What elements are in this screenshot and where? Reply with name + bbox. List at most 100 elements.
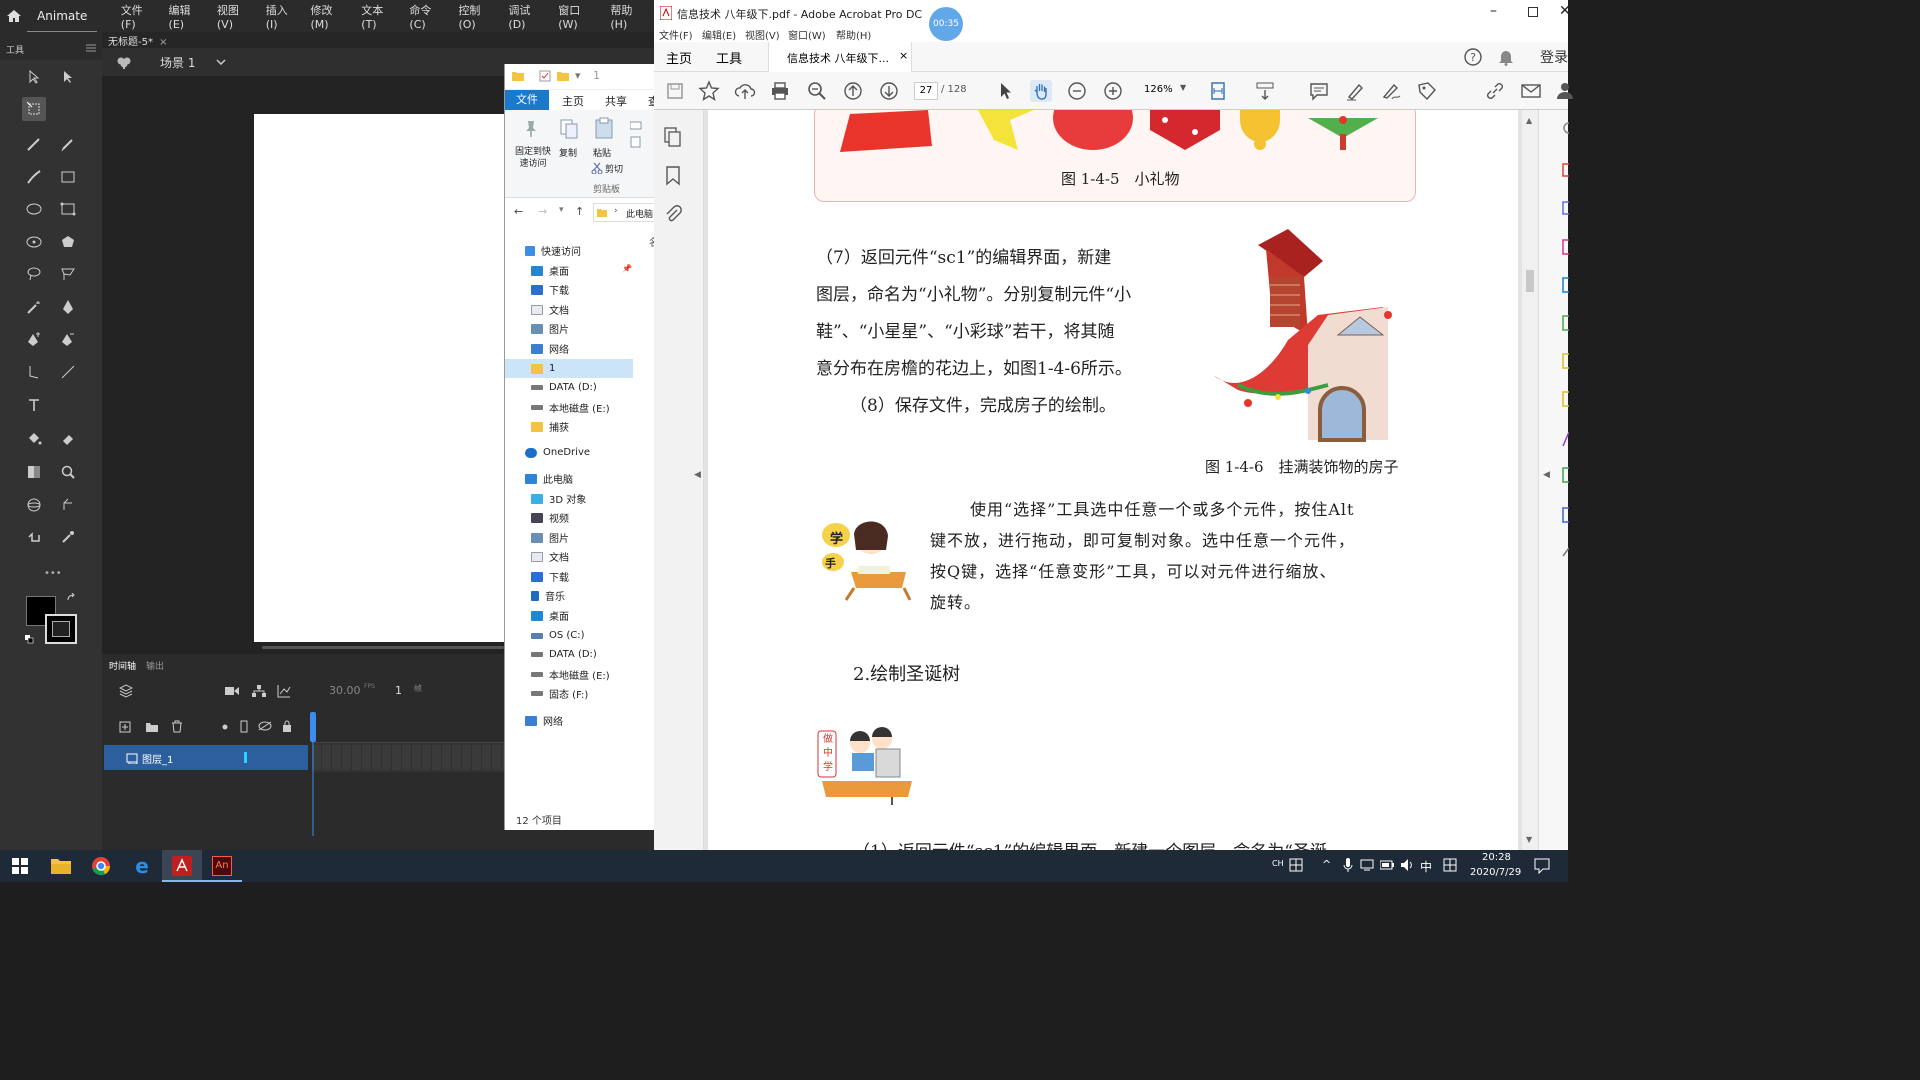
nav-item-pictures[interactable]: 图片 <box>531 319 654 338</box>
clock-time[interactable]: 20:28 <box>1482 852 1511 863</box>
layer-name[interactable]: 图层_1 <box>142 751 173 766</box>
pin-icon[interactable]: 📌 <box>622 264 632 273</box>
text-tool-icon[interactable] <box>22 393 46 417</box>
scene-name[interactable]: 场景 1 <box>160 54 195 71</box>
eraser-tool-icon[interactable] <box>56 427 80 451</box>
nav-item-this-pc[interactable]: 此电脑 <box>525 469 654 488</box>
highlight-layer-icon[interactable] <box>222 724 228 730</box>
volume-icon[interactable] <box>1400 858 1414 872</box>
document-viewport[interactable]: 图 1-4-5 小礼物 （7）返回元件“sc1”的编辑界面，新建 图层，命名为“… <box>704 110 1522 850</box>
menu-view[interactable]: 视图(V) <box>745 27 780 42</box>
input-keyboard-icon[interactable] <box>1289 858 1303 872</box>
pen-tool-icon[interactable] <box>56 295 80 319</box>
home-icon[interactable] <box>0 9 27 23</box>
selection-tool-icon[interactable] <box>22 65 46 89</box>
graph-icon[interactable] <box>277 684 291 698</box>
pencil-tool-icon[interactable] <box>56 132 80 156</box>
new-folder-icon[interactable] <box>145 721 159 733</box>
acrobat-taskbar-button[interactable] <box>162 850 202 882</box>
nav-item-onedrive[interactable]: OneDrive <box>525 443 654 462</box>
add-anchor-tool-icon[interactable] <box>22 327 46 351</box>
chevron-up-icon[interactable]: ^ <box>1322 858 1331 871</box>
scroll-down-arrow-icon[interactable]: ▼ <box>1526 835 1532 844</box>
nav-item-music[interactable]: 音乐 <box>531 586 654 605</box>
animate-taskbar-button[interactable]: An <box>202 850 242 882</box>
up-arrow-icon[interactable]: ↑ <box>575 205 584 218</box>
bookmarks-icon[interactable] <box>665 166 681 186</box>
notification-center-icon[interactable] <box>1534 858 1550 874</box>
stamp-tag-icon[interactable] <box>1416 80 1438 102</box>
polystar-tool-icon[interactable] <box>56 230 80 254</box>
pin-quick-access-label[interactable]: 固定到快速访问 <box>511 146 555 170</box>
nav-item-drive-d-pc[interactable]: DATA (D:) <box>531 645 654 664</box>
lock-icon[interactable] <box>282 720 292 732</box>
document-vertical-scrollbar[interactable]: ▲ ▼ <box>1522 110 1538 850</box>
address-field[interactable]: › 此电脑 <box>593 203 654 222</box>
scene-icon[interactable] <box>116 55 132 69</box>
tab-home[interactable]: 主页 <box>562 93 584 109</box>
paint-bucket-tool-icon[interactable] <box>22 427 46 451</box>
scroll-mode-icon[interactable] <box>1254 80 1276 102</box>
windows-start-icon[interactable] <box>12 858 28 874</box>
nav-item-downloads-pc[interactable]: 下载 <box>531 567 654 586</box>
tab-home[interactable]: 主页 <box>666 48 692 67</box>
menu-window[interactable]: 窗口(W) <box>788 27 826 42</box>
scroll-up-arrow-icon[interactable]: ▲ <box>1526 116 1532 125</box>
collapse-left-panel-icon[interactable]: ◀ <box>694 470 701 480</box>
highlight-pen-icon[interactable] <box>1344 80 1366 102</box>
more-tools-button[interactable]: ••• <box>44 568 62 579</box>
nav-item-drive-e[interactable]: 本地磁盘 (E:) <box>531 398 654 417</box>
scroll-thumb[interactable] <box>1526 270 1534 292</box>
properties-icon[interactable] <box>539 70 551 82</box>
delete-layer-icon[interactable] <box>171 720 183 733</box>
expand-right-panel-icon[interactable]: ◀ <box>1543 470 1550 480</box>
oval-tool-icon[interactable] <box>22 197 46 221</box>
convert-anchor-tool-icon[interactable] <box>22 360 46 384</box>
fit-page-icon[interactable] <box>1208 80 1230 102</box>
cut-label[interactable]: 剪切 <box>605 162 623 175</box>
upload-cloud-icon[interactable] <box>734 80 756 102</box>
nav-item-drive-f[interactable]: 固态 (F:) <box>531 684 654 703</box>
chrome-taskbar-icon[interactable] <box>91 856 111 876</box>
ime-grid-icon[interactable] <box>1443 858 1457 872</box>
show-hide-icon[interactable] <box>258 721 272 731</box>
menu-window[interactable]: 窗口(W) <box>552 2 604 31</box>
close-tab-icon[interactable]: × <box>159 37 167 48</box>
menu-control[interactable]: 控制(O) <box>452 2 502 31</box>
tab-file[interactable]: 文件 <box>505 90 549 110</box>
link-icon[interactable] <box>1484 80 1506 102</box>
menu-commands[interactable]: 命令(C) <box>403 2 452 31</box>
chevron-down-icon[interactable] <box>216 59 226 65</box>
rectangle-tool-icon[interactable] <box>56 165 80 189</box>
playhead[interactable] <box>310 712 316 836</box>
login-button[interactable]: 登录 <box>1540 47 1568 67</box>
microphone-icon[interactable] <box>1343 858 1353 872</box>
menu-view[interactable]: 视图(V) <box>211 2 260 31</box>
magic-wand-tool-icon[interactable] <box>22 295 46 319</box>
nav-item-quick-access[interactable]: 快速访问 <box>525 241 654 260</box>
pin-icon[interactable] <box>523 120 539 138</box>
polygon-lasso-tool-icon[interactable] <box>56 262 80 286</box>
nav-item-capture[interactable]: 捕获 <box>531 417 654 436</box>
previous-page-icon[interactable] <box>842 80 864 102</box>
next-page-icon[interactable] <box>878 80 900 102</box>
menu-help[interactable]: 帮助(H) <box>604 2 654 31</box>
nav-item-desktop-pc[interactable]: 桌面 <box>531 606 654 625</box>
attachments-icon[interactable] <box>664 204 682 224</box>
help-icon[interactable]: ? <box>1464 48 1482 66</box>
fps-value[interactable]: 30.00 <box>329 684 361 697</box>
lasso-tool-icon[interactable] <box>22 262 46 286</box>
outline-layer-icon[interactable] <box>240 720 248 733</box>
current-frame[interactable]: 1 <box>395 684 402 697</box>
save-icon[interactable] <box>664 80 686 102</box>
nav-item-desktop[interactable]: 桌面 <box>531 261 654 280</box>
new-folder-icon[interactable] <box>557 71 569 81</box>
share-user-icon[interactable] <box>1554 80 1576 102</box>
swap-colors-icon[interactable] <box>66 593 76 603</box>
minimize-button[interactable]: – <box>1490 3 1497 19</box>
nav-item-videos[interactable]: 视频 <box>531 508 654 527</box>
copy-icon[interactable] <box>560 119 578 139</box>
ime-mode[interactable]: 中 <box>1420 858 1432 875</box>
gradient-transform-tool-icon[interactable] <box>22 460 46 484</box>
nav-item-network[interactable]: 网络 <box>531 339 654 358</box>
